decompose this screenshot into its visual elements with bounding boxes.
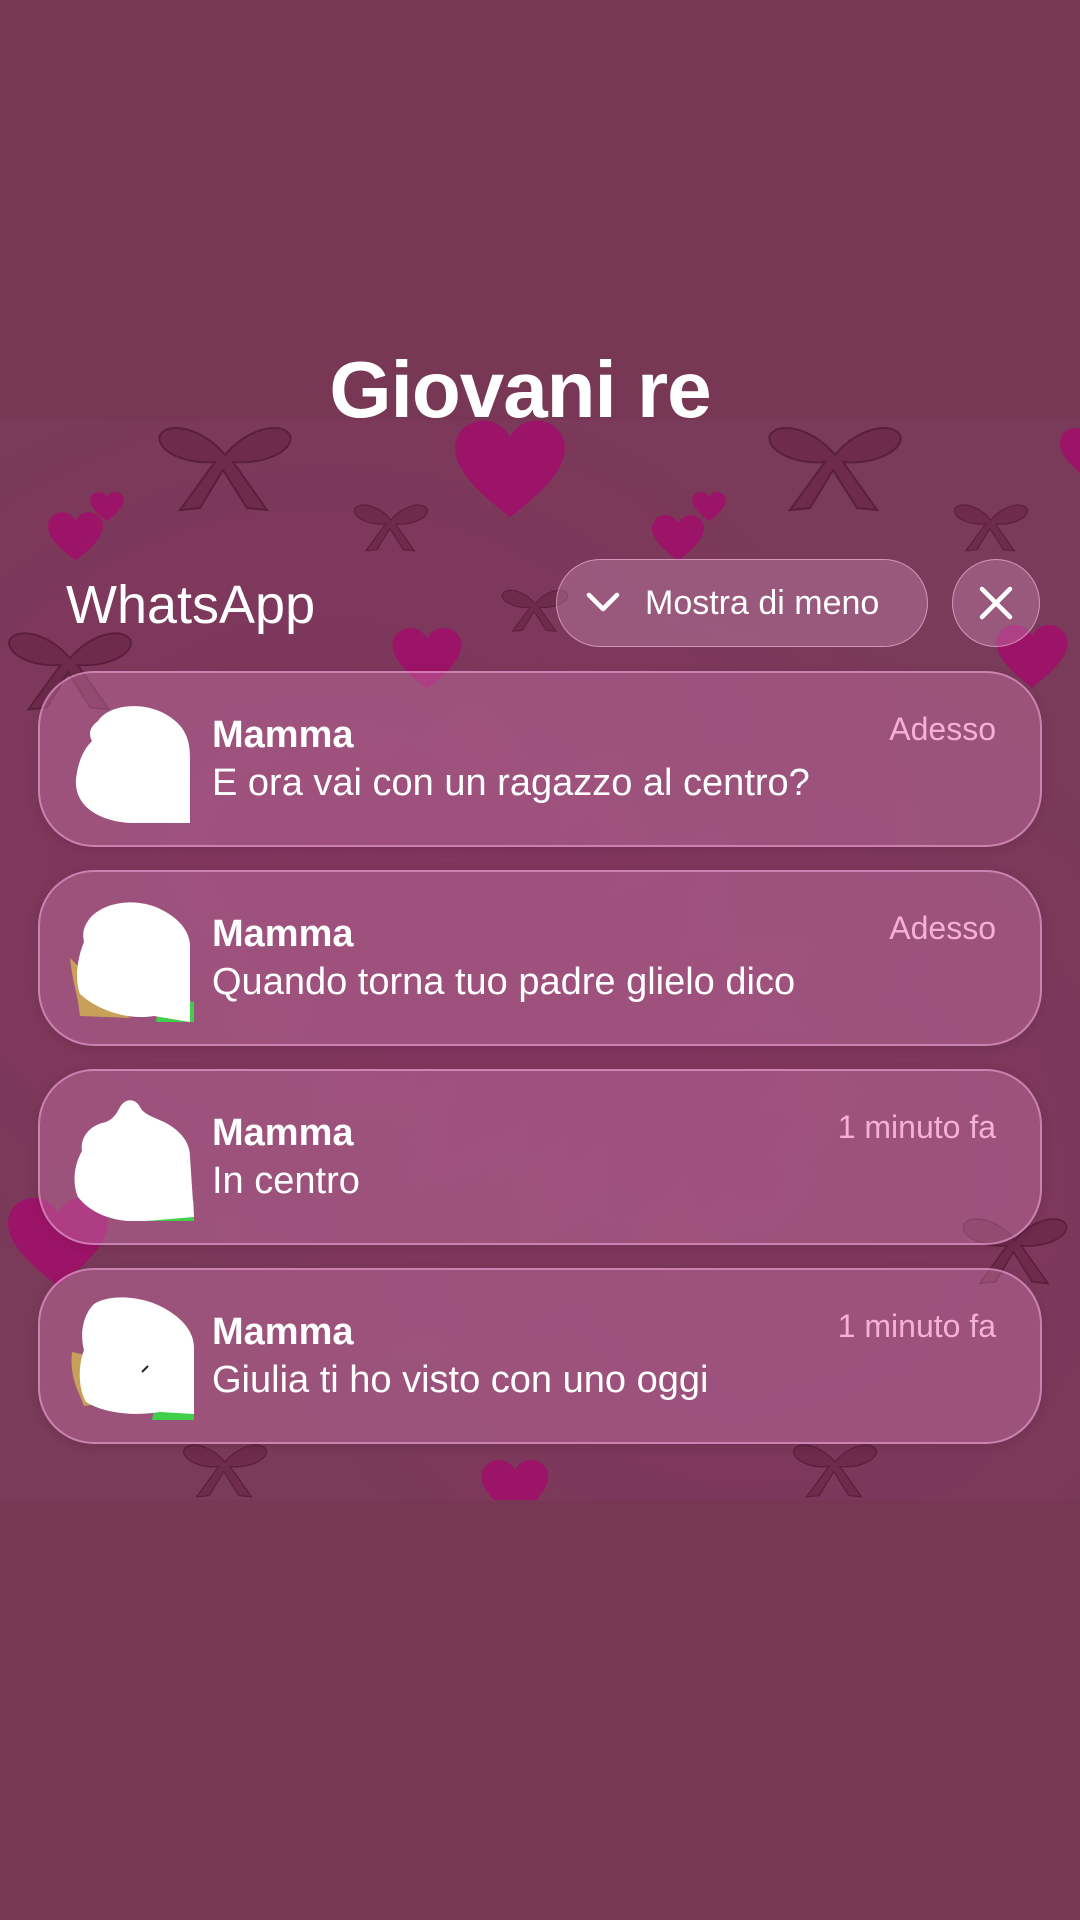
- notification-card[interactable]: Mamma E ora vai con un ragazzo al centro…: [38, 671, 1042, 847]
- close-icon: [979, 586, 1013, 620]
- notification-list: Mamma E ora vai con un ragazzo al centro…: [38, 671, 1042, 1467]
- show-less-label: Mostra di meno: [645, 583, 880, 622]
- notification-sender: Mamma: [212, 714, 354, 756]
- avatar: [74, 1100, 194, 1221]
- bow-icon: [954, 504, 1028, 552]
- notification-card[interactable]: Mamma Giulia ti ho visto con uno oggi 1 …: [38, 1268, 1042, 1444]
- notification-card[interactable]: Mamma Quando torna tuo padre glielo dico…: [38, 870, 1042, 1046]
- notification-time: 1 minuto fa: [837, 1308, 996, 1344]
- close-button[interactable]: [952, 559, 1040, 647]
- show-less-button[interactable]: Mostra di meno: [556, 559, 928, 647]
- notification-sender: Mamma: [212, 1112, 354, 1154]
- notification-time: 1 minuto fa: [837, 1109, 996, 1145]
- notification-group-header: WhatsApp Mostra di meno: [0, 555, 1080, 651]
- notification-time: Adesso: [889, 711, 996, 747]
- notification-sender: Mamma: [212, 1311, 354, 1353]
- notification-message: Quando torna tuo padre glielo dico: [212, 961, 796, 1003]
- notification-sender: Mamma: [212, 913, 354, 955]
- heart-icon: [455, 420, 565, 518]
- app-name: WhatsApp: [66, 575, 316, 635]
- notification-message: Giulia ti ho visto con uno oggi: [212, 1359, 709, 1401]
- bow-icon: [354, 504, 428, 552]
- notification-time: Adesso: [889, 910, 996, 946]
- notification-message: In centro: [212, 1160, 360, 1202]
- avatar: [71, 1297, 194, 1420]
- avatar: [75, 706, 190, 823]
- heart-icon: [692, 492, 726, 522]
- story-title: Giovani re: [329, 345, 711, 434]
- chevron-down-icon: [586, 592, 620, 612]
- heart-icon: [90, 492, 124, 522]
- avatar: [70, 902, 194, 1022]
- notification-message: E ora vai con un ragazzo al centro?: [212, 762, 810, 804]
- heart-icon: [1060, 428, 1080, 473]
- notification-card[interactable]: Mamma In centro 1 minuto fa: [38, 1069, 1042, 1245]
